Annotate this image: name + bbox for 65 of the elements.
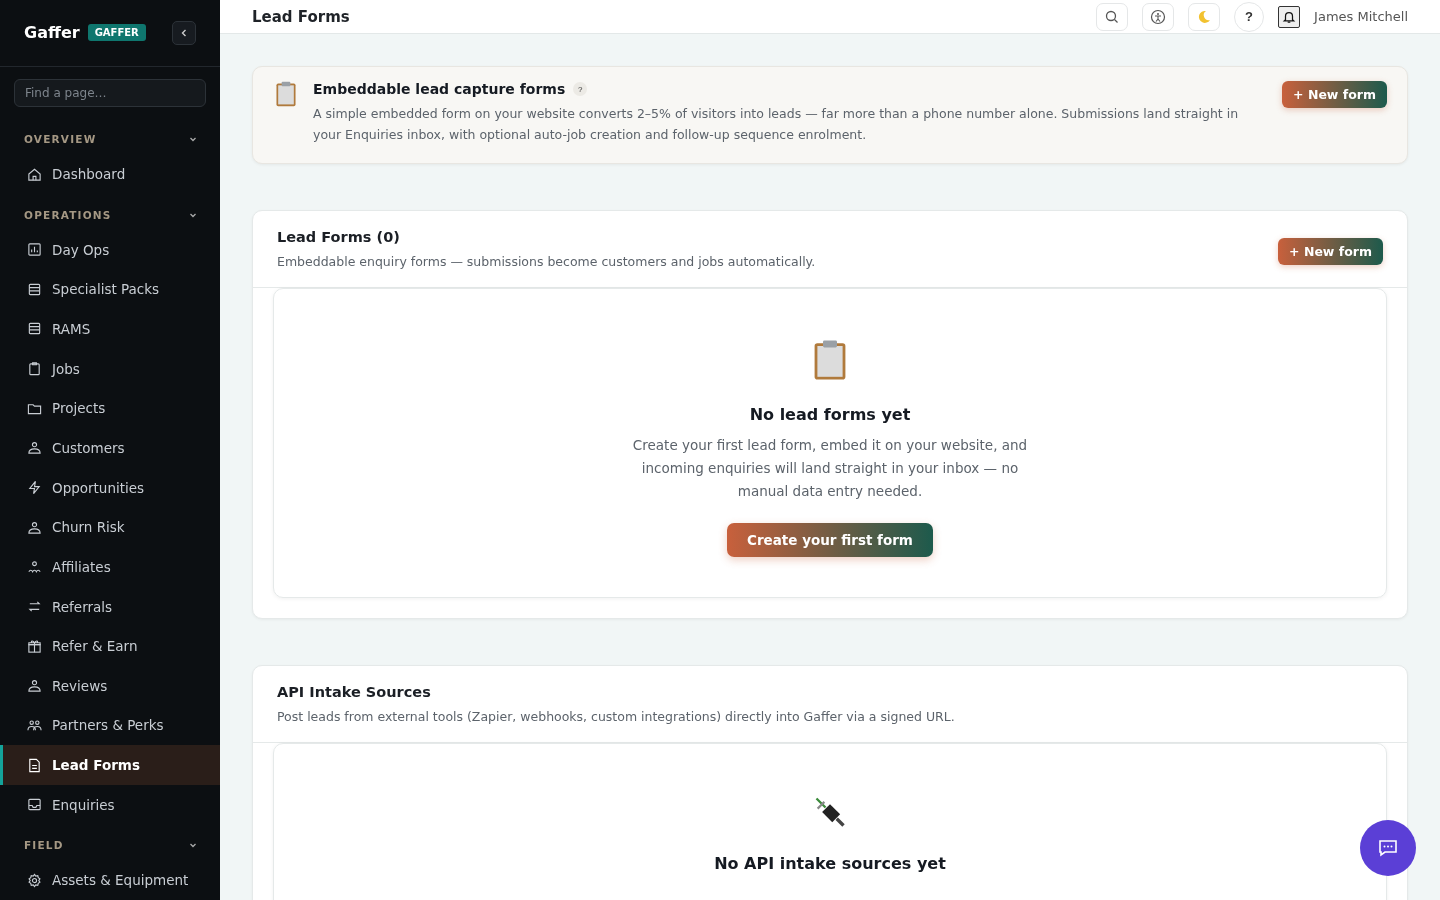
card-title: Embeddable lead capture forms — [313, 81, 566, 97]
nav-item[interactable]: Partners & Perks — [0, 705, 220, 746]
section-heading: FIELD — [24, 839, 64, 852]
empty-state-title: No lead forms yet — [749, 405, 911, 424]
nav-item[interactable]: Assets & Equipment — [0, 860, 220, 900]
clipboard-icon — [812, 339, 848, 381]
panel-title: API Intake Sources — [277, 684, 432, 700]
nav-item[interactable]: Day Ops — [0, 229, 220, 270]
panel-subtitle: Post leads from external tools (Zapier, webhooks, custom integrations) directly into Gaffer via a signed URL. — [277, 709, 956, 724]
nav-icon — [27, 440, 42, 456]
notifications-button[interactable] — [1278, 5, 1301, 28]
nav-icon — [27, 797, 42, 813]
help-button[interactable]: ? — [1234, 1, 1265, 32]
user-name[interactable]: James Mitchell — [1314, 9, 1408, 24]
new-form-button[interactable]: + New form — [1282, 81, 1387, 108]
nav-item[interactable]: Churn Risk — [0, 507, 220, 547]
empty-state-title: No API intake sources yet — [714, 854, 946, 873]
help-button[interactable]: ? — [573, 82, 588, 96]
search-button[interactable] — [1096, 2, 1129, 31]
panel-subtitle: Embeddable enquiry forms — submissions become customers and jobs automatically. — [277, 254, 817, 269]
nav-icon — [27, 480, 42, 496]
search-field[interactable]: Find a page… — [14, 78, 206, 107]
section-heading: OVERVIEW — [24, 133, 97, 146]
accessibility-icon — [1150, 8, 1167, 25]
accessibility-button[interactable] — [1142, 2, 1175, 31]
nav-item[interactable]: RAMS — [0, 309, 220, 349]
panel-title: Lead Forms (0) — [277, 229, 401, 245]
brand-badge: GAFFER — [87, 24, 146, 42]
nav-icon — [27, 638, 42, 654]
nav-icon — [27, 599, 42, 614]
nav-icon — [27, 757, 42, 773]
nav-icon — [27, 717, 42, 733]
nav-item[interactable]: Lead Forms — [0, 745, 220, 785]
nav-icon — [27, 559, 42, 575]
empty-state-text: Create your first lead form, embed it on your website, and incoming enquiries will land straight in your inbox — no manual data entry needed. — [631, 436, 1029, 501]
nav-icon — [27, 166, 42, 182]
nav-item[interactable]: Projects — [0, 388, 220, 429]
nav-icon — [27, 678, 42, 694]
new-form-button[interactable]: + New form — [1278, 238, 1383, 265]
bell-icon — [1282, 9, 1297, 24]
nav-item[interactable]: Dashboard — [0, 154, 220, 195]
nav-item[interactable]: Specialist Packs — [0, 269, 220, 310]
moon-icon — [1196, 8, 1213, 25]
nav-item[interactable]: Customers — [0, 428, 220, 468]
nav-item[interactable]: Refer & Earn — [0, 626, 220, 666]
chat-icon — [1377, 837, 1399, 859]
nav-item[interactable]: Opportunities — [0, 467, 220, 508]
nav-icon — [27, 281, 42, 297]
chevron-left-icon — [180, 27, 188, 38]
page-title: Lead Forms — [252, 7, 350, 26]
create-form-button[interactable]: Create your first form — [727, 523, 933, 557]
nav-icon — [27, 361, 42, 377]
nav-icon — [27, 242, 42, 258]
section-heading: OPERATIONS — [24, 208, 112, 221]
nav-icon — [27, 321, 42, 337]
nav-item[interactable]: Referrals — [0, 586, 220, 627]
nav-item[interactable]: Enquiries — [0, 784, 220, 825]
nav-item[interactable]: Affiliates — [0, 547, 220, 587]
clipboard-icon — [275, 81, 297, 107]
card-description: A simple embedded form on your website converts 2–5% of visitors into leads — far more than a phone number alone. Submissions land straight in your Enquiries inbox, with optional auto-job creation and follow-up sequence enrolment. — [313, 105, 1240, 144]
nav-item[interactable]: Jobs — [0, 348, 220, 389]
brand-name: Gaffer — [24, 23, 80, 43]
nav-icon — [27, 519, 42, 535]
nav-item[interactable]: Reviews — [0, 666, 220, 706]
nav-icon — [27, 872, 42, 888]
